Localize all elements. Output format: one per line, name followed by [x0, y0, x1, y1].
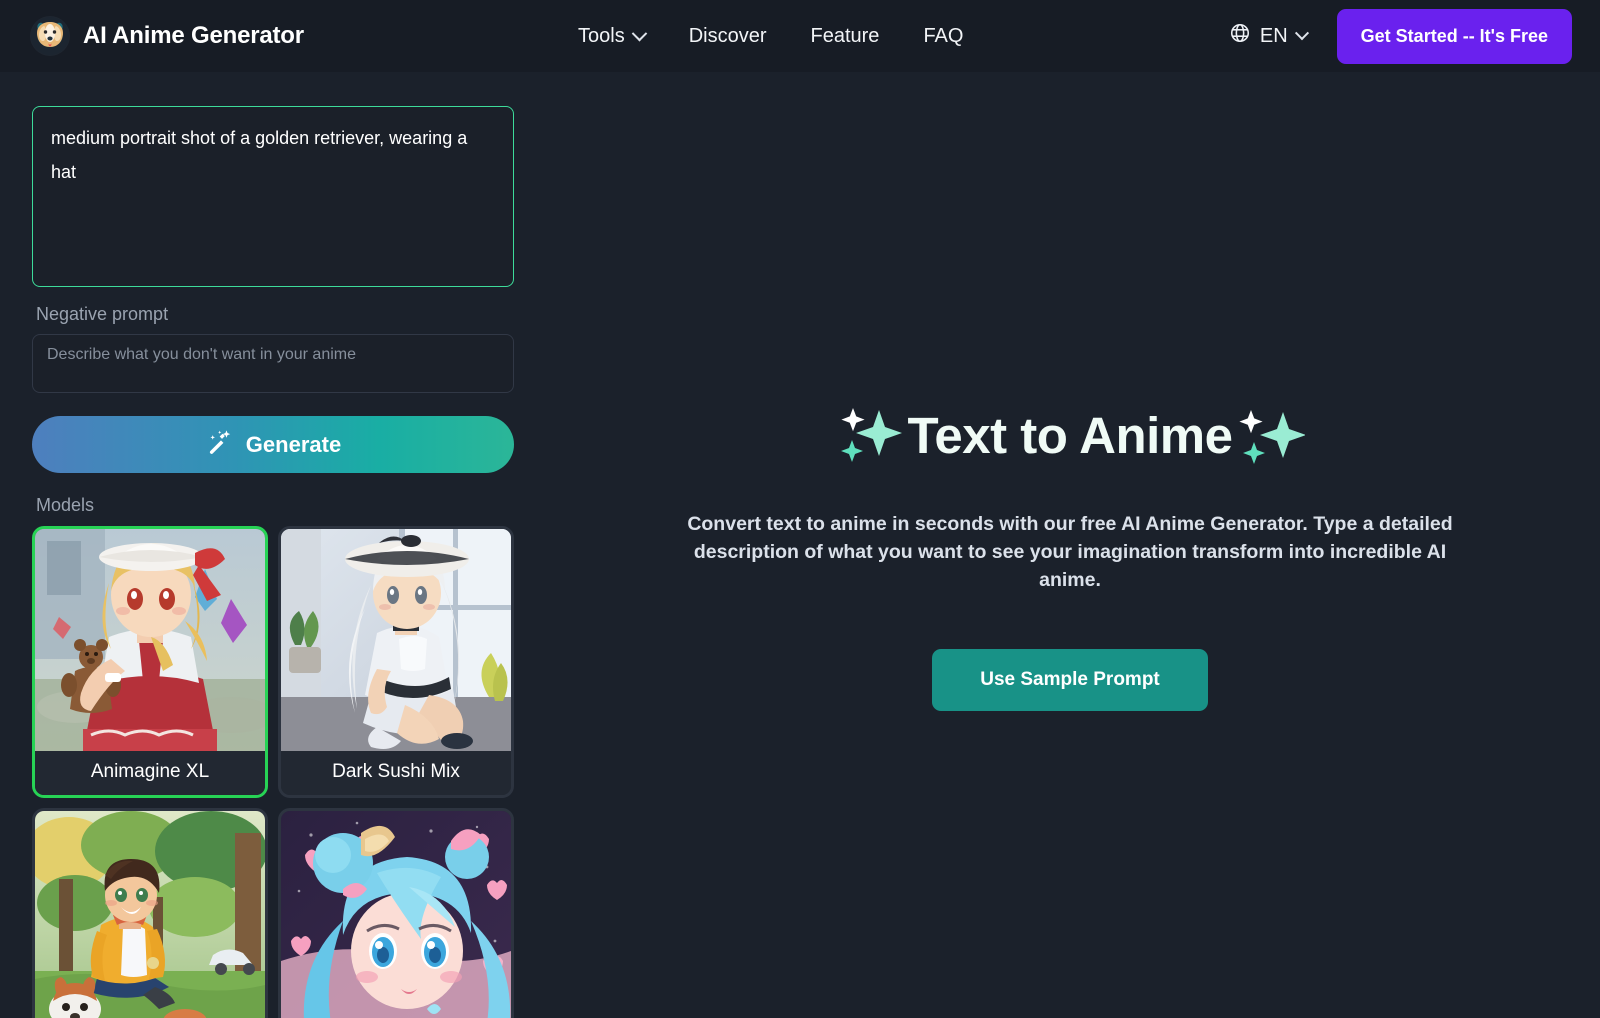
- nav-item-label: Tools: [578, 24, 625, 47]
- generator-sidebar: Negative prompt Generate Models: [0, 72, 540, 1018]
- main-navigation: Tools Discover Feature FAQ: [556, 17, 985, 56]
- nav-item-faq[interactable]: FAQ: [901, 17, 985, 56]
- sparkle-icon: [1238, 410, 1305, 464]
- nav-item-label: FAQ: [923, 24, 964, 47]
- sparkles-right: [1237, 402, 1305, 468]
- brand[interactable]: AI Anime Generator: [30, 16, 304, 56]
- page-body: Negative prompt Generate Models: [0, 72, 1600, 1018]
- language-label: EN: [1259, 24, 1288, 47]
- site-header: AI Anime Generator Tools Discover Featur…: [0, 0, 1600, 72]
- sparkle-icon: [841, 408, 903, 462]
- models-label: Models: [36, 495, 95, 515]
- main-content: Text to Anime Convert text to anime in s…: [540, 72, 1600, 1018]
- negative-prompt-input[interactable]: [32, 334, 514, 393]
- dog-mascot-logo-icon: [30, 16, 70, 56]
- header-actions: EN Get Started -- It's Free: [1229, 8, 1572, 64]
- model-thumbnail: [35, 811, 265, 1018]
- globe-icon: [1229, 22, 1251, 50]
- model-card-label: Animagine XL: [35, 751, 265, 795]
- hero-section: Text to Anime Convert text to anime in s…: [655, 402, 1485, 711]
- page-title-text: Text to Anime: [907, 406, 1233, 464]
- nav-item-label: Feature: [810, 24, 880, 47]
- model-card-4[interactable]: [278, 808, 514, 1018]
- nav-item-feature[interactable]: Feature: [789, 17, 902, 56]
- nav-item-tools[interactable]: Tools: [556, 17, 667, 56]
- negative-prompt-label: Negative prompt: [36, 304, 169, 324]
- magic-wand-icon: [205, 428, 233, 462]
- use-sample-prompt-button[interactable]: Use Sample Prompt: [932, 649, 1208, 711]
- models-grid: Animagine XL Dark Sushi Mix: [32, 526, 514, 1018]
- chevron-down-icon: [1294, 26, 1309, 41]
- model-card-3[interactable]: [32, 808, 268, 1018]
- brand-title: AI Anime Generator: [83, 22, 304, 49]
- sparkles-left: [835, 402, 903, 468]
- page-subtitle: Convert text to anime in seconds with ou…: [687, 513, 1453, 591]
- model-card-label: Dark Sushi Mix: [281, 751, 511, 795]
- chevron-down-icon: [631, 25, 647, 41]
- model-thumbnail: [281, 811, 511, 1018]
- get-started-button[interactable]: Get Started -- It's Free: [1336, 8, 1572, 64]
- generate-button[interactable]: Generate: [32, 416, 514, 473]
- generate-button-label: Generate: [245, 431, 342, 457]
- page-title: Text to Anime: [655, 402, 1485, 468]
- model-thumbnail: [281, 529, 511, 751]
- language-selector[interactable]: EN: [1229, 22, 1309, 50]
- nav-item-label: Discover: [688, 24, 767, 47]
- model-thumbnail: [35, 529, 265, 751]
- nav-item-discover[interactable]: Discover: [667, 17, 789, 56]
- model-card-animagine-xl[interactable]: Animagine XL: [32, 526, 268, 798]
- prompt-input[interactable]: [32, 106, 514, 287]
- model-card-dark-sushi-mix[interactable]: Dark Sushi Mix: [278, 526, 514, 798]
